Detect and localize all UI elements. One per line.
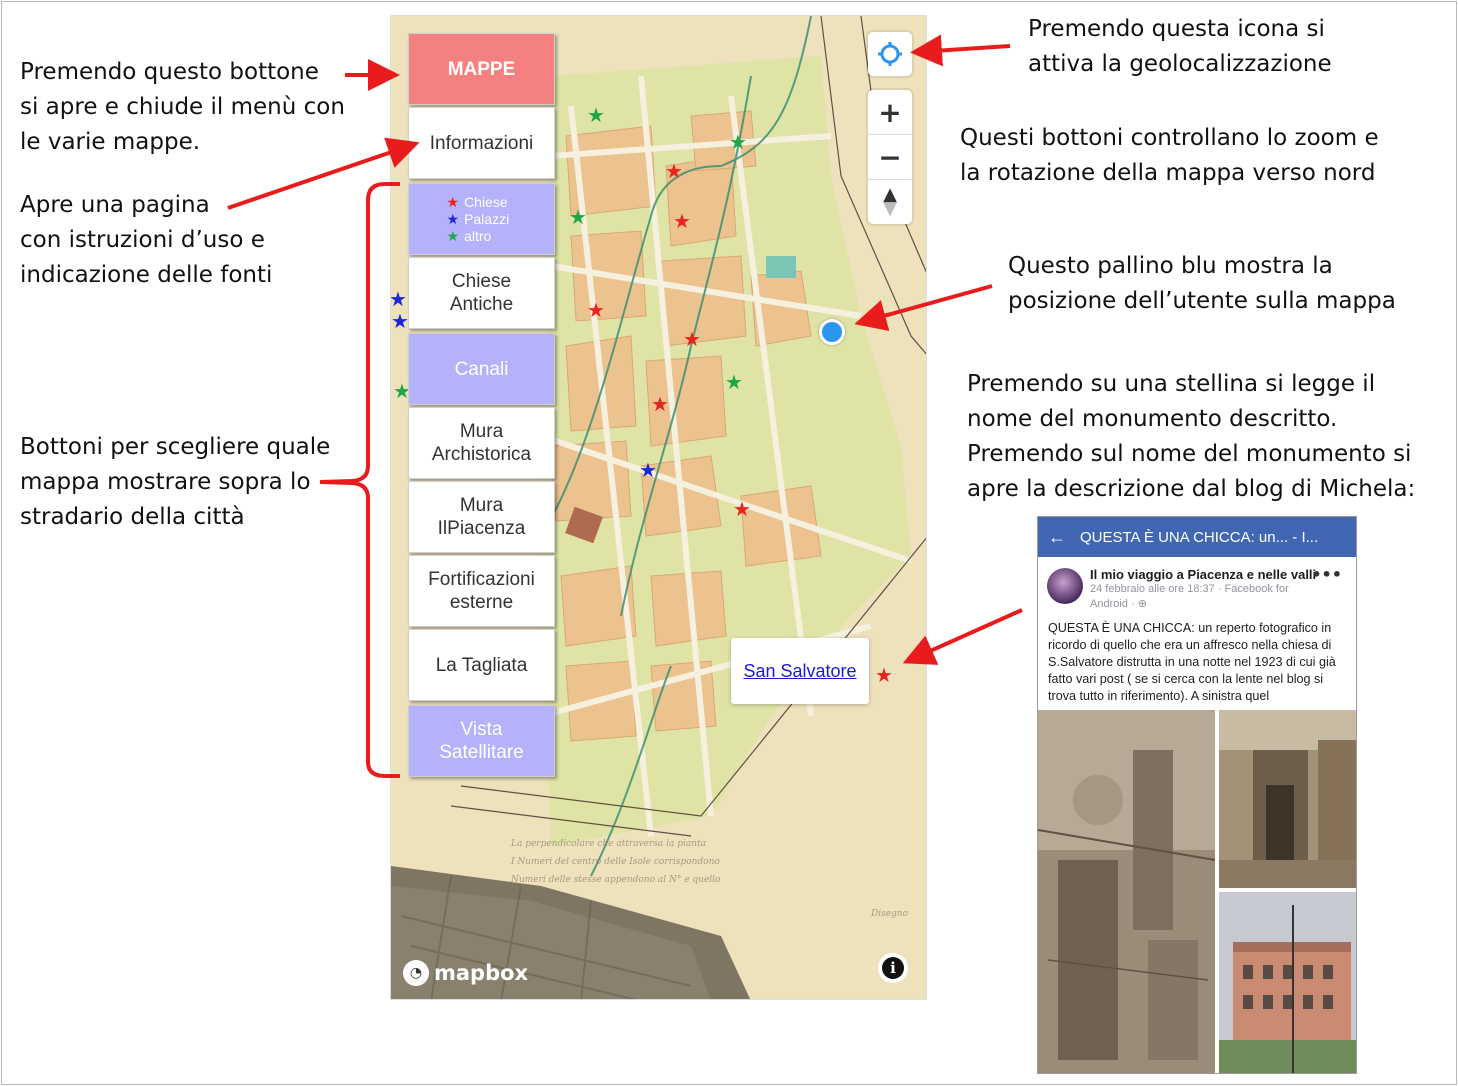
svg-text:La perpendicolare che attraver: La perpendicolare che attraversa la pian… xyxy=(510,839,706,849)
mapbox-logo-icon: ◔ xyxy=(403,960,429,986)
more-options-icon[interactable]: ••• xyxy=(1311,565,1342,584)
compass-south-icon: ▼ xyxy=(883,198,897,219)
annotation-star-click: Premendo su una stellina si legge il nome… xyxy=(967,371,1416,502)
geolocate-icon xyxy=(878,42,902,66)
compass-button[interactable]: ▲ ▼ xyxy=(868,180,912,224)
svg-text:★: ★ xyxy=(587,103,605,127)
post-meta: 24 febbraio alle ore 18:37 · Facebook fo… xyxy=(1090,583,1289,610)
legend-box: ★ Chiese ★ Palazzi ★ altro xyxy=(408,183,555,255)
svg-text:★: ★ xyxy=(651,392,669,416)
info-icon: i xyxy=(882,957,904,979)
monument-link[interactable]: San Salvatore xyxy=(743,661,856,682)
legend-item-chiese: ★ Chiese xyxy=(446,193,508,210)
plus-icon: + xyxy=(878,95,902,129)
annotation-geolocation: Premendo questa icona si attiva la geoloc… xyxy=(1028,16,1332,77)
facebook-post-screenshot: ← QUESTA È UNA CHICCA: un... - I... Il m… xyxy=(1037,516,1357,1074)
globe-icon: ⊕ xyxy=(1137,598,1147,610)
user-location-dot xyxy=(819,319,845,345)
canali-button[interactable]: Canali xyxy=(408,333,555,405)
svg-text:★: ★ xyxy=(875,663,893,687)
legend-item-palazzi: ★ Palazzi xyxy=(446,210,510,227)
chiese-antiche-button[interactable]: Chiese Antiche xyxy=(408,257,555,329)
svg-text:★: ★ xyxy=(725,370,743,394)
svg-text:★: ★ xyxy=(683,327,701,351)
zoom-out-button[interactable]: − xyxy=(868,135,912,179)
back-arrow-icon[interactable]: ← xyxy=(1048,527,1066,548)
zoom-control: + − ▲ ▼ xyxy=(868,90,912,224)
facebook-header: ← QUESTA È UNA CHICCA: un... - I... xyxy=(1038,517,1356,557)
fortificazioni-esterne-button[interactable]: Fortificazioni esterne xyxy=(408,555,555,627)
geolocate-button[interactable] xyxy=(868,32,912,76)
geolocate-control xyxy=(868,32,912,76)
svg-text:Disegno: Disegno xyxy=(870,909,909,919)
svg-text:I Numeri del centro delle Isol: I Numeri del centro delle Isole corrispo… xyxy=(510,857,720,867)
svg-text:★: ★ xyxy=(391,287,407,311)
svg-text:★: ★ xyxy=(733,497,751,521)
minus-icon: − xyxy=(878,140,902,174)
post-photos[interactable] xyxy=(1038,710,1357,1074)
facebook-header-title: QUESTA È UNA CHICCA: un... - I... xyxy=(1080,528,1319,546)
blue-star-icon: ★ xyxy=(446,210,460,227)
svg-text:★: ★ xyxy=(639,458,657,482)
zoom-in-button[interactable]: + xyxy=(868,90,912,134)
la-tagliata-button[interactable]: La Tagliata xyxy=(408,629,555,701)
map-view[interactable]: ★ ★ ★ ★ ★ ★ ★ ★ ★ ★ ★ ★ ★ ★ ★ La perpend… xyxy=(390,15,927,1000)
vista-satellitare-button[interactable]: Vista Satellitare xyxy=(408,705,555,777)
svg-text:★: ★ xyxy=(569,205,587,229)
mura-ilpiacenza-button[interactable]: Mura IlPiacenza xyxy=(408,481,555,553)
monument-popup: San Salvatore xyxy=(731,638,869,704)
annotation-menu-toggle: Premendo questo bottone si apre e chiude … xyxy=(20,59,345,155)
svg-text:★: ★ xyxy=(665,159,683,183)
mapbox-attribution[interactable]: ◔ mapbox xyxy=(403,960,528,986)
annotation-map-buttons: Bottoni per scegliere quale mappa mostrar… xyxy=(20,434,331,530)
annotation-zoom: Questi bottoni controllano lo zoom e la r… xyxy=(960,125,1379,186)
svg-text:Numeri delle stesse appendono: Numeri delle stesse appendono al N° e qu… xyxy=(510,875,721,885)
red-star-icon: ★ xyxy=(446,193,460,210)
post-text: QUESTA È UNA CHICCA: un reperto fotograf… xyxy=(1048,621,1336,703)
post-author[interactable]: Il mio viaggio a Piacenza e nelle valli xyxy=(1090,567,1346,582)
attribution-info-button[interactable]: i xyxy=(878,953,908,983)
green-star-icon: ★ xyxy=(446,227,460,244)
info-button[interactable]: Informazioni xyxy=(408,107,555,179)
svg-text:★: ★ xyxy=(673,209,691,233)
annotation-info-page: Apre una pagina con istruzioni d’uso e ind… xyxy=(20,192,273,288)
maps-toggle-button[interactable]: MAPPE xyxy=(408,33,555,105)
svg-text:★: ★ xyxy=(587,298,605,322)
svg-text:★: ★ xyxy=(391,309,409,333)
legend-item-altro: ★ altro xyxy=(446,227,492,244)
mura-archistorica-button[interactable]: Mura Archistorica xyxy=(408,407,555,479)
facebook-post: Il mio viaggio a Piacenza e nelle valli … xyxy=(1038,557,1356,705)
avatar[interactable] xyxy=(1047,568,1083,604)
annotation-user-dot: Questo pallino blu mostra la posizione de… xyxy=(1008,253,1396,314)
svg-text:★: ★ xyxy=(729,130,747,154)
